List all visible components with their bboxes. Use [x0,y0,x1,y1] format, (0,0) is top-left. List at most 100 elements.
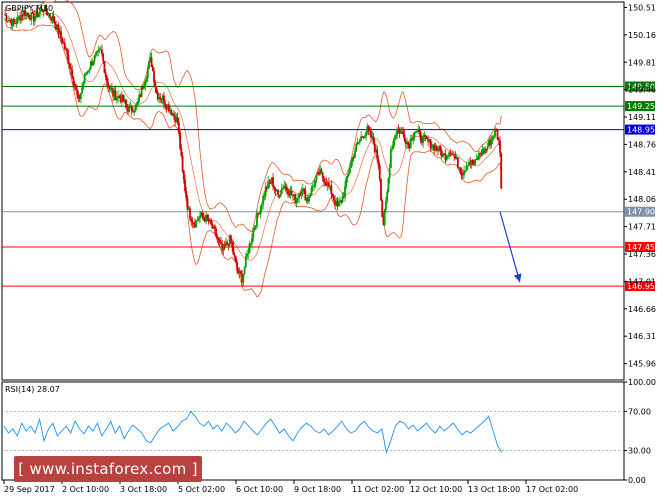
band-upper [3,0,502,233]
candle-body-171 [215,228,217,237]
candle-body-264 [330,185,333,195]
y-tick-label-10: 147.01 [628,277,656,286]
candle-body-203 [254,226,257,228]
candle-body-108 [137,101,139,105]
candle-body-156 [196,220,199,222]
candle-body-210 [263,195,266,197]
y-tick-label-13: 145.96 [628,360,656,369]
candle-body-357 [445,156,448,161]
candle-body-19 [26,12,29,15]
candle-body-363 [453,154,456,157]
candle-body-278 [347,172,350,176]
candle-body-116 [146,68,149,78]
band-lower [3,18,502,298]
candle-body-40 [52,15,55,22]
candle-body-146 [184,179,186,192]
x-tick-label-2: 3 Oct 18:00 [120,485,167,494]
candle-body-277 [346,175,349,179]
candle-body-380 [474,159,477,165]
x-tick-label-6: 11 Oct 02:00 [352,485,404,494]
candle-body-119 [150,57,153,67]
candle-body-161 [202,216,205,219]
candle-body-126 [159,97,162,100]
candle-body-28 [37,13,40,18]
y-tick-label-11: 146.66 [628,305,656,314]
candle-body-195 [244,256,247,268]
candle-body-308 [385,200,387,210]
candle-body-191 [239,270,242,275]
candle-body-137 [172,113,175,117]
x-axis-ticks: 29 Sep 2017 2 Oct 10:00 3 Oct 18:00 5 Oct 0… [3,480,578,494]
y-tick-label-9: 147.36 [628,250,656,259]
candle-body-251 [314,179,317,186]
candle-body-74 [94,53,97,56]
rsi-tick-label-0: 100.00 [628,378,656,387]
candle-body-309 [386,192,389,201]
candle-body-170 [213,225,216,229]
candle-body-305 [381,200,384,218]
candle-body-242 [303,188,305,190]
y-tick-label-8: 147.71 [628,223,656,232]
y-tick-label-4: 149.11 [628,113,656,122]
candle-body-224 [280,188,283,194]
candle-body-144 [181,155,184,171]
candle-body-51 [66,49,69,55]
candle-body-323 [403,134,406,141]
candle-body-197 [247,253,250,255]
candle-body-338 [422,135,425,143]
candle-body-390 [486,146,489,150]
candle-body-107 [135,104,138,106]
candle-body-101 [128,107,131,113]
candle-body-256 [320,169,323,173]
candle-body-276 [345,178,348,187]
candle-body-287 [358,139,361,143]
candle-body-225 [282,188,284,190]
candle-body-369 [460,172,463,175]
candle-body-207 [259,206,262,214]
candle-body-311 [388,168,391,179]
price-candles [4,3,503,286]
candle-body-314 [392,141,395,149]
candle-body-185 [232,246,235,255]
chart-frames [1,1,625,481]
candle-body-59 [76,89,79,96]
y-axis-ticks: 150.51 150.16 149.81 149.46 149.11 148.76 148.… [624,3,656,369]
candle-body-194 [243,267,246,274]
candle-body-65 [83,74,86,84]
candle-body-113 [143,85,146,89]
candle-body-265 [331,194,334,197]
candle-body-69 [88,68,91,72]
rsi-label: RSI(14) 28.07 [5,385,60,394]
candle-body-209 [262,195,265,205]
candle-body-79 [101,49,103,54]
x-tick-label-9: 17 Oct 02:00 [526,485,578,494]
candle-body-236 [295,198,298,204]
candle-body-214 [268,181,271,183]
candle-body-232 [290,190,293,196]
candle-body-298 [372,136,375,144]
candle-body-120 [151,66,154,71]
candle-body-188 [236,262,239,271]
candle-body-152 [191,221,194,223]
candle-body-72 [92,61,95,66]
y-tick-label-1: 150.16 [628,31,656,40]
candle-body-84 [107,82,110,88]
y-tick-label-7: 148.06 [628,195,656,204]
candle-body-341 [425,137,428,140]
chart-title: GBPJPY,M30 [5,4,53,13]
candle-body-52 [67,54,70,65]
candle-body-145 [182,170,185,180]
candle-body-208 [261,204,263,207]
candle-body-283 [354,150,356,158]
candle-body-368 [459,167,462,173]
candle-body-294 [367,126,370,131]
candle-body-141 [177,122,180,133]
candle-body-37 [48,13,51,18]
candle-body-93 [118,95,121,98]
candle-body-11 [16,16,19,24]
candle-body-103 [130,105,133,111]
candle-body-56 [72,78,75,85]
candle-body-335 [418,129,421,133]
candle-body-312 [389,149,392,169]
candle-body-258 [323,177,325,183]
